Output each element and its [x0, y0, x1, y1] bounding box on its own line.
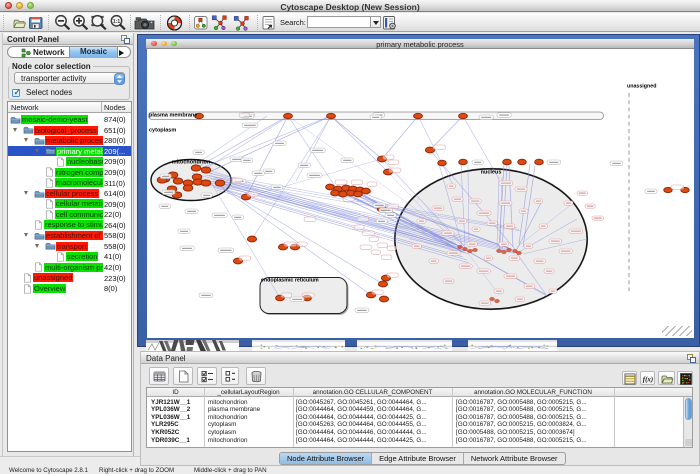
svg-text:f(x): f(x)	[643, 376, 654, 384]
svg-text:1:1: 1:1	[113, 19, 120, 25]
